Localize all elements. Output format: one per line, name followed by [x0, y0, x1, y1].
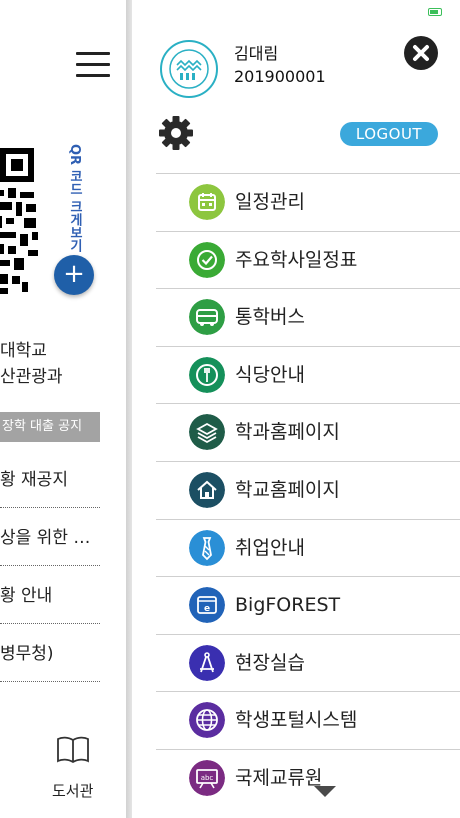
menu-item-schedule[interactable]: 일정관리 — [156, 173, 460, 231]
close-icon[interactable] — [404, 36, 438, 70]
calendar-icon — [189, 184, 225, 220]
library-tab-label[interactable]: 도서관 — [52, 780, 93, 801]
menu-item-label: 학교홈페이지 — [235, 478, 340, 501]
menu-item-label: 학생포털시스템 — [235, 709, 358, 732]
book-icon[interactable] — [56, 736, 90, 764]
qr-code-image[interactable] — [0, 146, 40, 296]
menu-item-label: 현장실습 — [235, 651, 305, 674]
university-seal-avatar — [160, 40, 218, 98]
menu-item-label: 취업안내 — [235, 536, 305, 559]
notice-list-item[interactable]: 황 안내 — [0, 568, 100, 624]
menu-item-bigforest[interactable]: e BigFOREST — [156, 576, 460, 634]
hamburger-menu-icon[interactable] — [76, 52, 110, 78]
notice-list-item[interactable]: 상을 위한 … — [0, 510, 100, 566]
menu-item-field-practice[interactable]: 현장실습 — [156, 633, 460, 692]
menu-item-label: 주요학사일정표 — [235, 248, 358, 271]
layers-icon — [189, 414, 225, 451]
menu-item-label: 식당안내 — [235, 363, 305, 386]
menu-item-employment[interactable]: 취업안내 — [156, 518, 460, 577]
menu-item-student-portal[interactable]: 학생포털시스템 — [156, 691, 460, 749]
menu-item-academic-calendar[interactable]: 주요학사일정표 — [156, 230, 460, 289]
background-page: QR 코드 크게보기 + 대학교 산관광과 장학 대출 공지 황 재공지 상을 … — [0, 0, 132, 818]
necktie-icon — [189, 529, 225, 566]
check-circle-icon — [189, 241, 225, 278]
navigation-drawer: 김대림 201900001 LOGOUT 일정관리 주요학사일정표 통학버스 식… — [132, 0, 460, 818]
menu-item-label: 학과홈페이지 — [235, 421, 340, 444]
menu-item-shuttle-bus[interactable]: 통학버스 — [156, 288, 460, 346]
svg-text:e: e — [204, 604, 210, 614]
menu-item-label: 일정관리 — [235, 191, 305, 213]
browser-e-icon: e — [189, 587, 225, 624]
menu-item-international-exchange[interactable]: abc 국제교류원 — [156, 748, 460, 807]
abc-board-icon: abc — [189, 759, 225, 796]
notice-list-item[interactable]: 병무청) — [0, 626, 100, 682]
add-button[interactable]: + — [54, 255, 94, 295]
notice-category-tab[interactable]: 장학 대출 공지 — [0, 412, 100, 442]
qr-enlarge-link[interactable]: QR 코드 크게보기 — [64, 144, 84, 264]
gear-icon[interactable] — [158, 115, 194, 151]
drawer-menu: 일정관리 주요학사일정표 통학버스 식당안내 학과홈페이지 학교홈페이지 취업안… — [156, 173, 460, 807]
bus-icon — [189, 299, 225, 336]
menu-item-label: 국제교류원 — [235, 766, 323, 789]
menu-item-label: 통학버스 — [235, 306, 305, 329]
globe-icon — [189, 702, 225, 739]
home-icon — [189, 471, 225, 508]
compass-icon — [189, 644, 225, 681]
restaurant-icon — [189, 356, 225, 393]
user-name: 김대림 — [234, 44, 279, 63]
menu-item-department-homepage[interactable]: 학과홈페이지 — [156, 403, 460, 461]
menu-item-cafeteria[interactable]: 식당안내 — [156, 345, 460, 404]
notice-list-item[interactable]: 황 재공지 — [0, 452, 100, 508]
logout-button[interactable]: LOGOUT — [340, 122, 438, 146]
menu-item-label: BigFOREST — [235, 594, 341, 617]
school-name-line1: 대학교 — [0, 341, 47, 361]
menu-item-school-homepage[interactable]: 학교홈페이지 — [156, 460, 460, 519]
svg-text:abc: abc — [201, 774, 214, 782]
scroll-down-arrow-icon[interactable] — [314, 786, 336, 797]
user-student-id: 201900001 — [234, 67, 326, 86]
school-name-line2: 산관광과 — [0, 367, 63, 387]
battery-icon — [428, 8, 442, 16]
